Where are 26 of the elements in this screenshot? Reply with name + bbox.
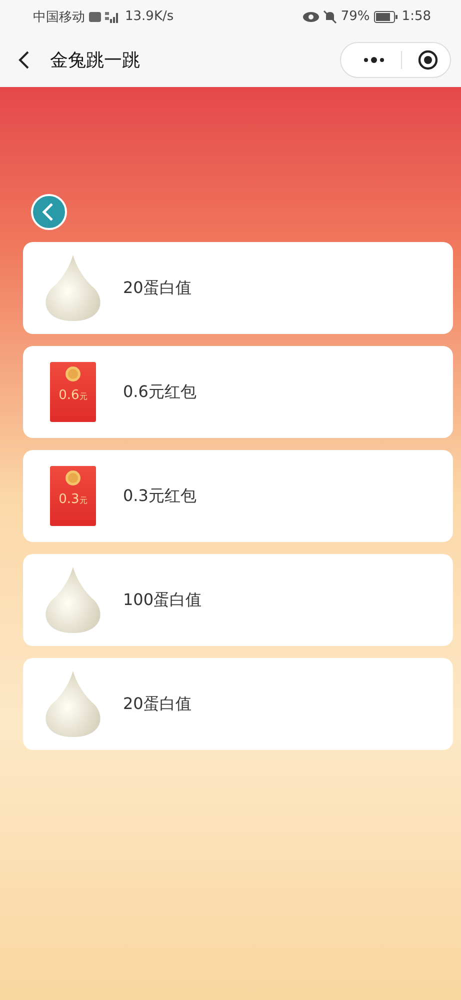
envelope-amount: 0.6元	[58, 388, 88, 403]
signal-icon	[105, 10, 121, 22]
close-icon[interactable]	[418, 50, 438, 70]
reward-label: 20蛋白值	[123, 694, 192, 714]
envelope-amount: 0.3元	[58, 492, 88, 507]
page-title: 金兔跳一跳	[50, 49, 140, 72]
hd-icon	[89, 12, 101, 22]
coin-icon	[65, 470, 81, 486]
reward-label: 0.6元红包	[123, 382, 196, 402]
battery-percent: 79%	[340, 9, 370, 24]
back-icon[interactable]	[18, 50, 30, 70]
carrier-name: 中国移动	[33, 8, 85, 26]
battery-icon	[374, 10, 398, 22]
more-icon[interactable]	[363, 57, 385, 63]
drop-icon	[43, 565, 103, 635]
coin-icon	[65, 366, 81, 382]
eye-icon	[302, 12, 319, 22]
drop-icon	[43, 253, 103, 323]
drop-icon	[43, 669, 103, 739]
reward-label: 0.3元红包	[123, 486, 196, 506]
clock-time: 1:58	[402, 9, 431, 24]
network-speed: 13.9K/s	[125, 9, 174, 24]
back-button-icon[interactable]	[31, 194, 67, 230]
reward-label: 100蛋白值	[123, 590, 202, 610]
reward-label: 20蛋白值	[123, 278, 192, 298]
muted-bell-icon	[322, 10, 337, 24]
